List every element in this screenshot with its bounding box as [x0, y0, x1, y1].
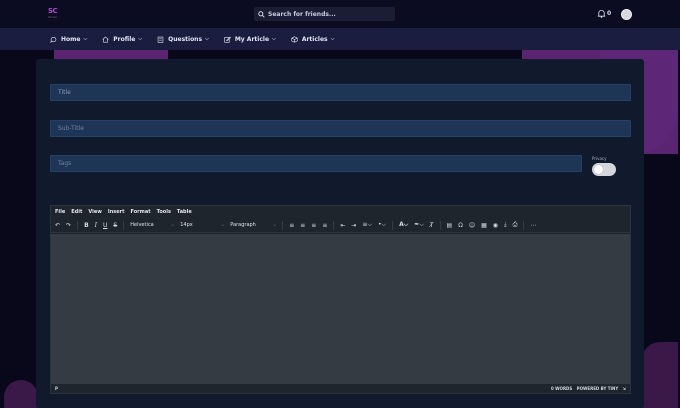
- search-icon: [258, 10, 265, 18]
- strikethrough-button[interactable]: S: [113, 222, 117, 229]
- edit-icon: [224, 36, 231, 43]
- element-path[interactable]: P: [55, 386, 58, 391]
- menu-insert[interactable]: Insert: [108, 209, 125, 215]
- menu-table[interactable]: Table: [177, 209, 192, 215]
- chat-icon: [50, 36, 57, 43]
- bullet-list-icon[interactable]: •⌵: [378, 221, 386, 229]
- decor-blob-bottom-left: [4, 380, 38, 408]
- font-size-select[interactable]: 14px ⌵: [180, 222, 224, 228]
- underline-button[interactable]: U: [103, 222, 107, 229]
- align-right-icon[interactable]: ≡: [311, 222, 316, 229]
- menu-file[interactable]: File: [55, 209, 65, 215]
- nav-item-articles[interactable]: Articles ⌵: [291, 35, 335, 43]
- cube-icon: [291, 35, 298, 43]
- nav-item-label: Articles: [301, 35, 328, 43]
- notification-count: 0: [607, 10, 612, 17]
- privacy-label: Privacy: [592, 156, 607, 161]
- top-bar: SC Scrivn 0: [0, 0, 680, 28]
- indent-icon[interactable]: ⇥: [351, 222, 356, 229]
- numbered-list-icon[interactable]: ≡⌵: [362, 221, 372, 229]
- block-format-value: Paragraph: [230, 222, 256, 228]
- editor-content[interactable]: [51, 234, 630, 385]
- nav-item-questions[interactable]: Questions ⌵: [157, 36, 209, 43]
- nav-item-profile[interactable]: Profile ⌵: [102, 36, 142, 43]
- highlight-icon[interactable]: ✒⌵: [414, 221, 424, 229]
- decor-blob-bottom-right: [642, 342, 678, 408]
- word-count[interactable]: 0 WORDS: [551, 386, 572, 391]
- menu-view[interactable]: View: [88, 209, 102, 215]
- font-family-value: Helvetica: [130, 222, 154, 228]
- toolbar-divider: [123, 220, 125, 230]
- editor-menubar: File Edit View Insert Format Tools Table: [51, 206, 630, 218]
- bell-icon[interactable]: [597, 9, 606, 18]
- toggle-knob: [594, 165, 603, 174]
- nav-item-label: Profile: [113, 35, 136, 43]
- logo-mark: SC: [48, 7, 58, 15]
- download-icon[interactable]: ⤓: [504, 221, 507, 229]
- search-input[interactable]: [268, 10, 388, 18]
- align-left-icon[interactable]: ≡: [289, 222, 294, 229]
- editor-statusbar: P 0 WORDS POWERED BY TINY ⇲: [51, 384, 630, 393]
- chevron-down-icon: ⌵: [83, 36, 88, 42]
- home-icon: [102, 35, 109, 42]
- font-family-select[interactable]: Helvetica ⌵: [130, 222, 174, 228]
- chevron-down-icon: ⌵: [205, 36, 209, 42]
- align-center-icon[interactable]: ≡: [300, 222, 305, 229]
- nav-item-label: Questions: [168, 35, 203, 43]
- clipboard-icon: [157, 36, 164, 43]
- font-size-value: 14px: [180, 222, 193, 228]
- chevron-down-icon: ⌵: [272, 36, 276, 42]
- title-input[interactable]: [50, 84, 631, 101]
- subtitle-input[interactable]: [50, 120, 631, 137]
- align-justify-icon[interactable]: ≡: [322, 222, 327, 229]
- print-icon[interactable]: ⎙: [513, 221, 518, 229]
- resize-handle-icon[interactable]: ⇲: [623, 386, 626, 391]
- chevron-down-icon: ⌵: [330, 36, 335, 42]
- text-color-icon[interactable]: A⌵: [399, 221, 408, 229]
- editor-toolbar: ↶ ↷ B I U S Helvetica ⌵ 14px ⌵ Paragraph ⌵ …: [51, 218, 630, 233]
- nav-item-label: Home: [61, 35, 81, 43]
- undo-icon[interactable]: ↶: [55, 222, 60, 229]
- clear-format-icon[interactable]: T̸: [430, 222, 434, 229]
- menu-tools[interactable]: Tools: [157, 209, 171, 215]
- main-nav: Home ⌵ Profile ⌵ Questions ⌵ My Article …: [0, 28, 680, 50]
- page-break-icon[interactable]: ▤: [447, 222, 453, 229]
- chevron-down-icon: ⌵: [171, 222, 175, 227]
- nav-item-label: My Article: [234, 35, 270, 43]
- chevron-down-icon: ⌵: [273, 222, 277, 227]
- toolbar-divider: [77, 220, 79, 230]
- more-icon[interactable]: ⋯: [530, 222, 536, 229]
- nav-item-home[interactable]: Home ⌵: [50, 36, 87, 43]
- toolbar-divider: [392, 220, 394, 230]
- redo-icon[interactable]: ↷: [66, 222, 71, 229]
- bold-button[interactable]: B: [84, 222, 89, 229]
- search-box[interactable]: [254, 7, 395, 21]
- chevron-down-icon: ⌵: [221, 222, 225, 227]
- special-char-icon[interactable]: Ω: [458, 222, 463, 229]
- toolbar-divider: [523, 220, 525, 230]
- preview-icon[interactable]: ◉: [493, 222, 498, 229]
- toolbar-divider: [333, 220, 335, 230]
- tags-input[interactable]: [50, 155, 582, 172]
- toolbar-divider: [439, 220, 441, 230]
- outdent-icon[interactable]: ⇤: [340, 222, 345, 229]
- privacy-toggle[interactable]: [592, 163, 616, 176]
- emoji-icon[interactable]: ☺: [469, 222, 475, 229]
- block-format-select[interactable]: Paragraph ⌵: [230, 222, 276, 228]
- logo[interactable]: SC Scrivn: [48, 7, 62, 21]
- italic-button[interactable]: I: [95, 222, 97, 229]
- avatar[interactable]: [621, 9, 632, 20]
- menu-format[interactable]: Format: [131, 209, 151, 215]
- blocks-icon[interactable]: ▦: [481, 222, 487, 229]
- rich-text-editor: File Edit View Insert Format Tools Table…: [50, 205, 631, 394]
- nav-item-my-article[interactable]: My Article ⌵: [224, 36, 276, 43]
- logo-subtext: Scrivn: [48, 15, 58, 19]
- statusbar-right: 0 WORDS POWERED BY TINY ⇲: [548, 386, 626, 391]
- chevron-down-icon: ⌵: [138, 36, 143, 42]
- toolbar-divider: [282, 220, 284, 230]
- menu-edit[interactable]: Edit: [71, 209, 82, 215]
- article-form-card: Privacy File Edit View Insert Format Too…: [36, 59, 644, 408]
- powered-by-link[interactable]: POWERED BY TINY: [577, 386, 619, 391]
